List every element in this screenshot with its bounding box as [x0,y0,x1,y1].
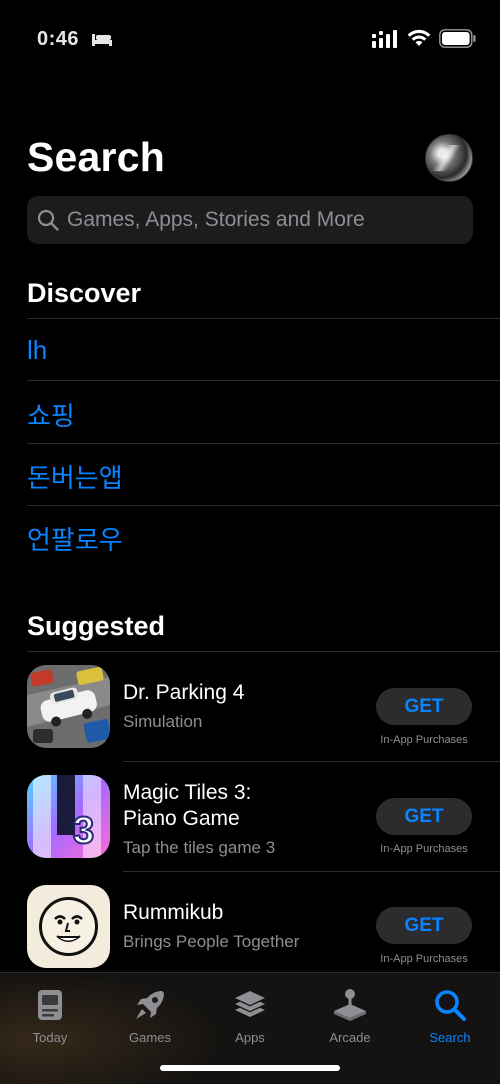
app-name: Rummikub [123,901,224,924]
in-app-purchases-note: In-App Purchases [380,953,468,965]
dr-parking-app-icon [27,665,110,748]
app-row-magic-tiles-3[interactable]: 3 Magic Tiles 3: Piano Game Tap the tile… [0,762,500,872]
search-input[interactable] [67,196,462,244]
app-name-line2: Piano Game [123,807,240,830]
discover-heading: Discover [27,278,142,308]
discover-item-lh[interactable]: lh [27,335,47,366]
tab-apps[interactable]: Apps [200,981,300,1051]
discover-item-money-apps[interactable]: 돈버는앱 [27,458,123,495]
suggested-heading: Suggested [27,611,166,641]
search-icon [435,990,466,1021]
joystick-icon [334,989,366,1021]
get-button-dr-parking[interactable]: GET [376,688,472,725]
divider [27,380,500,381]
app-row-rummikub[interactable]: Rummikub Brings People Together GET In-A… [0,872,500,982]
tab-label: Today [32,1030,68,1045]
status-bar: 0:46 [0,0,500,80]
magic-tiles-app-icon: 3 [27,775,110,858]
discover-item-unfollow[interactable]: 언팔로우 [27,520,123,557]
cellular-signal-icon [372,30,397,48]
tab-label: Apps [235,1030,265,1045]
in-app-purchases-note: In-App Purchases [380,843,468,855]
home-indicator[interactable] [160,1065,340,1071]
rocket-icon [136,991,164,1019]
discover-item-shopping[interactable]: 쇼핑 [27,396,75,433]
search-icon [37,209,59,231]
app-subtitle: Simulation [123,712,203,731]
app-subtitle: Tap the tiles game 3 [123,838,276,857]
app-row-dr-parking-4[interactable]: Dr. Parking 4 Simulation GET In-App Purc… [0,652,500,762]
divider [27,318,500,319]
tab-label: Arcade [329,1030,371,1045]
tab-label: Search [429,1030,471,1045]
divider [27,443,500,444]
get-button-rummikub[interactable]: GET [376,907,472,944]
wifi-icon [407,29,431,46]
layers-icon [235,991,265,1017]
tab-label: Games [129,1030,171,1045]
svg-text:3: 3 [73,810,94,852]
app-store-search-screen: 0:46 Search Games, Apps, Stories and Mor… [0,0,500,1084]
tab-games[interactable]: Games [100,981,200,1051]
battery-icon [439,29,476,48]
get-button-magic-tiles[interactable]: GET [376,798,472,835]
in-app-purchases-note: In-App Purchases [380,734,468,746]
tab-search[interactable]: Search [400,981,500,1051]
sleep-mode-icon [92,34,112,46]
app-name: Dr. Parking 4 [123,681,245,704]
today-icon [38,990,62,1020]
tab-arcade[interactable]: Arcade [300,981,400,1051]
rummikub-app-icon [27,885,110,968]
app-subtitle: Brings People Together [123,932,300,951]
page-title: Search [27,134,165,180]
divider [27,505,500,506]
search-field[interactable] [27,196,473,244]
tab-today[interactable]: Today [0,981,100,1051]
account-avatar[interactable] [425,134,473,182]
app-name: Magic Tiles 3: [123,781,252,804]
status-time: 0:46 [37,28,80,50]
